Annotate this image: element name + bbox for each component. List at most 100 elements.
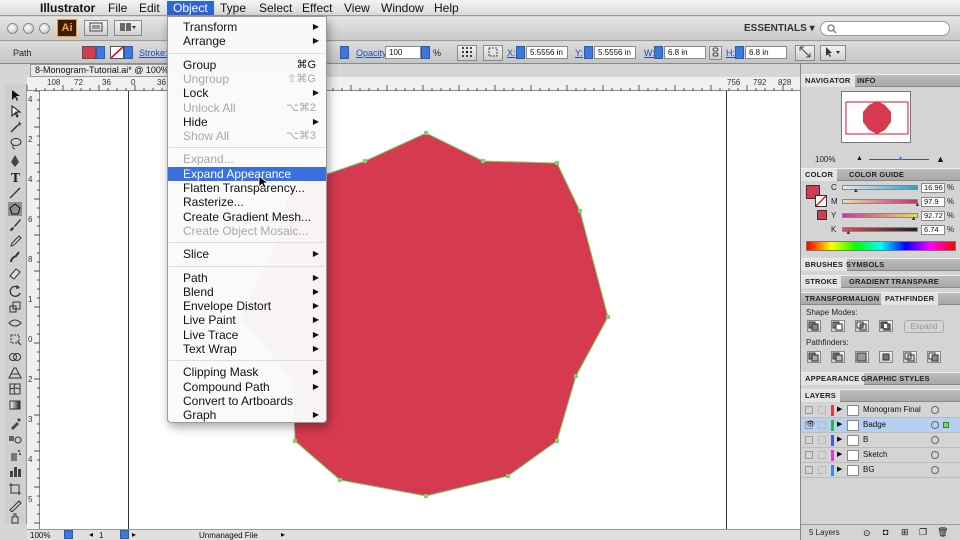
document-tab[interactable]: 8-Monogram-Tutorial.ai* @ 100% (30, 64, 170, 77)
artboard-canvas[interactable] (40, 91, 800, 529)
channel-slider[interactable] (842, 227, 918, 232)
visibility-toggle-icon[interactable] (805, 406, 813, 414)
direct-selection-tool-icon[interactable] (8, 104, 22, 118)
pencil-tool-icon[interactable] (8, 234, 22, 248)
gradient-tool-icon[interactable] (8, 398, 22, 412)
expand-layer-icon[interactable]: ▶ (837, 463, 842, 477)
h-field[interactable]: 6.8 in (745, 46, 787, 59)
column-graph-tool-icon[interactable] (8, 464, 22, 478)
color-spectrum-ramp[interactable] (806, 241, 956, 251)
menu-item-lock[interactable]: Lock ▶ (168, 86, 326, 100)
target-icon[interactable] (931, 421, 939, 429)
mesh-tool-icon[interactable] (8, 382, 22, 396)
h-stepper[interactable] (735, 46, 744, 59)
x-stepper[interactable] (516, 46, 525, 59)
channel-slider-thumb[interactable]: ▲ (914, 202, 920, 208)
merge-button[interactable] (855, 351, 869, 363)
scale-tool-icon[interactable] (8, 300, 22, 314)
zoom-window-button[interactable] (39, 23, 50, 34)
menu-item-expand[interactable]: Expand... (168, 152, 326, 166)
transform-button[interactable] (795, 45, 815, 61)
tab-layers[interactable]: LAYERS (801, 390, 840, 402)
reference-point-button[interactable] (457, 45, 477, 61)
trim-button[interactable] (831, 351, 845, 363)
anchor-point[interactable] (555, 161, 559, 165)
rotate-tool-icon[interactable] (8, 284, 22, 298)
target-icon[interactable] (931, 466, 939, 474)
menu-window[interactable]: Window (375, 1, 430, 15)
stroke-label[interactable]: Stroke: (139, 47, 168, 59)
blob-brush-tool-icon[interactable] (8, 250, 22, 264)
intersect-button[interactable] (855, 320, 869, 332)
tab-navigator[interactable]: NAVIGATOR (801, 75, 855, 87)
menu-item-unlock-all[interactable]: Unlock All ⌥⌘2 (168, 101, 326, 115)
search-field[interactable] (820, 21, 950, 36)
menu-item-expand-appearance[interactable]: Expand Appearance (168, 166, 326, 181)
tab-symbols[interactable]: SYMBOLS (842, 259, 889, 271)
paintbrush-tool-icon[interactable] (8, 218, 22, 232)
perspective-grid-tool-icon[interactable] (8, 366, 22, 380)
menu-item-path[interactable]: Path ▶ (168, 271, 326, 285)
stroke-dropdown[interactable] (124, 46, 133, 59)
zoom-level[interactable]: 100% (30, 531, 50, 540)
anchor-point[interactable] (424, 494, 428, 498)
tab-color[interactable]: COLOR (801, 169, 838, 181)
tab-brushes[interactable]: BRUSHES (801, 259, 848, 271)
tab-color-guide[interactable]: COLOR GUIDE (845, 169, 908, 181)
expand-layer-icon[interactable]: ▶ (837, 403, 842, 417)
next-artboard-button[interactable]: ▸ (132, 530, 136, 539)
menu-item-ungroup[interactable]: Ungroup ⇧⌘G (168, 72, 326, 86)
menu-type[interactable]: Type (214, 1, 252, 15)
menu-item-live-trace[interactable]: Live Trace ▶ (168, 328, 326, 342)
visibility-toggle-icon[interactable] (805, 466, 813, 474)
channel-value-field[interactable]: 97.9 (921, 197, 945, 207)
free-transform-tool-icon[interactable] (8, 332, 22, 346)
artboard-tool-icon[interactable] (8, 482, 22, 496)
menu-item-compound-path[interactable]: Compound Path ▶ (168, 380, 326, 394)
tab-transparency[interactable]: TRANSPARE (887, 276, 943, 288)
channel-value-field[interactable]: 6.74 (921, 225, 945, 235)
navigator-zoom[interactable]: 100% (815, 155, 835, 164)
channel-value-field[interactable]: 16.96 (921, 183, 945, 193)
layer-row[interactable]: ▶ B (801, 433, 960, 448)
menu-item-clipping-mask[interactable]: Clipping Mask ▶ (168, 365, 326, 379)
lock-toggle[interactable] (818, 466, 826, 474)
make-clipping-mask-icon[interactable]: ◘ (883, 527, 888, 537)
expand-button[interactable]: Expand (904, 320, 944, 333)
menu-edit[interactable]: Edit (133, 1, 166, 15)
tab-appearance[interactable]: APPEARANCE (801, 373, 864, 385)
expand-layer-icon[interactable]: ▶ (837, 433, 842, 447)
delete-layer-icon[interactable]: 🗑 (937, 527, 948, 538)
menu-file[interactable]: File (102, 1, 133, 15)
channel-slider[interactable] (842, 213, 918, 218)
stroke-swatch[interactable] (110, 46, 124, 59)
menu-item-flatten-transparency[interactable]: Flatten Transparency... (168, 181, 326, 195)
opacity-dropdown[interactable] (421, 46, 430, 59)
navigator-thumbnail[interactable] (841, 91, 911, 143)
menu-item-blend[interactable]: Blend ▶ (168, 285, 326, 299)
eyedropper-tool-icon[interactable] (8, 416, 22, 430)
lock-toggle[interactable] (818, 406, 826, 414)
menu-item-show-all[interactable]: Show All ⌥⌘3 (168, 129, 326, 143)
visibility-toggle-icon[interactable]: 👁 (805, 421, 815, 429)
y-field[interactable]: 5.5556 in (594, 46, 636, 59)
color-stroke-swatch[interactable] (815, 195, 827, 207)
type-tool-icon[interactable]: T (8, 170, 22, 184)
expand-layer-icon[interactable]: ▶ (837, 448, 842, 462)
h-label[interactable]: H: (726, 47, 735, 59)
style-dropdown[interactable] (340, 46, 349, 59)
zoom-out-icon[interactable]: ▲ (856, 155, 863, 162)
previous-artboard-button[interactable]: ◂ (89, 530, 93, 539)
menu-item-text-wrap[interactable]: Text Wrap ▶ (168, 342, 326, 356)
x-field[interactable]: 5.5556 in (526, 46, 568, 59)
menu-app-name[interactable]: Illustrator (34, 1, 101, 15)
shape-builder-tool-icon[interactable] (8, 350, 22, 364)
target-icon[interactable] (931, 406, 939, 414)
magic-wand-tool-icon[interactable] (8, 120, 22, 134)
lasso-tool-icon[interactable] (8, 136, 22, 150)
artboard-number[interactable]: 1 (99, 531, 103, 540)
blend-tool-icon[interactable] (8, 432, 22, 446)
anchor-point[interactable] (578, 209, 582, 213)
menu-item-slice[interactable]: Slice ▶ (168, 247, 326, 261)
channel-slider[interactable] (842, 199, 918, 204)
